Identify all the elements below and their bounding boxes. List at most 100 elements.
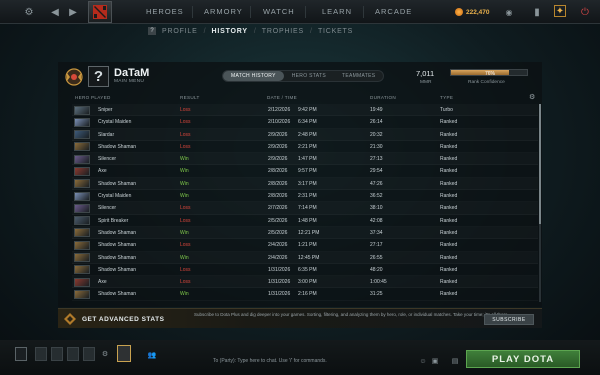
chat-channel-icon[interactable]: ▣ (431, 357, 439, 365)
hero-name: Silencer (98, 205, 117, 212)
match-type: Ranked (440, 291, 458, 298)
table-row[interactable]: Shadow Shaman Loss 2/9/2026 2:21 PM 21:30 Ran… (72, 141, 538, 153)
nav-heroes[interactable]: HEROES (146, 7, 184, 16)
party-settings-icon[interactable]: ⚙ (101, 350, 109, 358)
col-result[interactable]: RESULT (180, 95, 200, 100)
col-hero[interactable]: HERO PLAYED (75, 95, 111, 100)
mmr-value: 7,011 (416, 69, 435, 78)
match-duration: 42:08 (370, 217, 383, 224)
party-slot-3[interactable] (51, 347, 63, 361)
table-row[interactable]: Silencer Win 2/9/2026 1:47 PM 27:13 Ranked (72, 153, 538, 165)
match-time: 3:17 PM (298, 180, 317, 187)
table-row[interactable]: Spirit Breaker Loss 2/5/2026 1:48 PM 42:08 Ra… (72, 215, 538, 227)
player-status: MAIN MENU (114, 79, 145, 84)
table-row[interactable]: Shadow Shaman Loss 2/4/2026 1:21 PM 27:17 Ran… (72, 239, 538, 251)
match-result: Loss (180, 205, 191, 212)
emoticon-icon[interactable]: ☺ (419, 357, 427, 365)
table-row[interactable]: Silencer Loss 2/7/2026 7:14 PM 38:10 Ranked (72, 202, 538, 214)
shards-currency[interactable]: 222,470 (455, 6, 490, 18)
table-row[interactable]: Shadow Shaman Win 2/8/2026 3:17 PM 47:26 Rank… (72, 178, 538, 190)
match-time: 12:45 PM (298, 254, 320, 261)
chat-input[interactable]: To (Party): Type here to chat. Use '/' f… (213, 358, 327, 364)
hero-name: Slardar (98, 131, 115, 138)
match-time: 7:14 PM (298, 205, 317, 212)
party-slot-1[interactable] (15, 347, 27, 361)
table-row[interactable]: Shadow Shaman Win 2/4/2026 12:45 PM 26:55 Ran… (72, 252, 538, 264)
table-row[interactable]: Crystal Maiden Win 2/8/2026 2:31 PM 36:52 Ran… (72, 190, 538, 202)
column-settings-gear-icon[interactable]: ⚙ (529, 94, 536, 101)
table-row[interactable]: Axe Win 2/8/2026 9:57 PM 29:54 Ranked (72, 165, 538, 177)
hero-name: Shadow Shaman (98, 180, 137, 187)
table-row[interactable]: Crystal Maiden Loss 2/10/2026 6:34 PM 26:14 R… (72, 116, 538, 128)
nav-arcade[interactable]: ARCADE (375, 7, 412, 16)
match-date: 1/31/2026 (268, 279, 291, 286)
shield-icon[interactable]: ✦ (554, 5, 566, 17)
match-result: Loss (180, 279, 191, 286)
dota-logo-button[interactable] (88, 1, 112, 23)
subscribe-button[interactable]: SUBSCRIBE (484, 314, 534, 325)
match-date: 2/12/2026 (268, 107, 291, 113)
rank-confidence-label: Rank Confidence (468, 80, 505, 85)
hero-name: Shadow Shaman (98, 143, 137, 150)
nav-armory[interactable]: ARMORY (204, 7, 243, 16)
match-duration: 26:55 (370, 254, 383, 261)
hero-name: Crystal Maiden (98, 119, 132, 126)
match-result: Loss (180, 242, 191, 249)
match-time: 1:48 PM (298, 217, 317, 224)
match-type: Ranked (440, 266, 458, 273)
table-row[interactable]: Shadow Shaman Win 1/31/2026 2:16 PM 31:25 Ran… (72, 288, 538, 300)
match-result: Win (180, 291, 189, 298)
tab-profile[interactable]: PROFILE (162, 28, 198, 35)
nav-watch[interactable]: WATCH (263, 7, 295, 16)
match-date: 2/9/2026 (268, 143, 288, 150)
avatar[interactable]: ? (88, 66, 109, 87)
profile-cards-icon[interactable]: ▮ (530, 5, 544, 19)
nav-learn[interactable]: LEARN (322, 7, 352, 16)
tab-history[interactable]: HISTORY (212, 28, 248, 35)
party-slot-2[interactable] (35, 347, 47, 361)
battle-pass-button[interactable] (117, 345, 131, 362)
col-type[interactable]: TYPE (440, 95, 453, 100)
scrollbar[interactable] (539, 104, 541, 302)
hero-name: Shadow Shaman (98, 291, 137, 298)
col-duration[interactable]: DURATION (370, 95, 396, 100)
table-row[interactable]: Shadow Shaman Win 2/5/2026 12:21 PM 37:34 Ran… (72, 227, 538, 239)
match-duration: 31:25 (370, 291, 383, 298)
scroll-thumb[interactable] (539, 104, 541, 224)
party-slot-4[interactable] (67, 347, 79, 361)
col-date[interactable]: DATE / TIME (267, 95, 297, 100)
match-date: 2/5/2026 (268, 229, 288, 236)
table-row[interactable]: Shadow Shaman Loss 1/31/2026 6:35 PM 48:20 Ra… (72, 264, 538, 276)
match-result: Loss (180, 119, 191, 126)
table-row[interactable]: Sniper Loss 2/12/2026 9:42 PM 19:49 Turbo (72, 104, 538, 116)
hero-portrait (74, 240, 90, 250)
chat-expand-icon[interactable]: ▤ (451, 357, 459, 365)
match-result: Loss (180, 217, 191, 224)
tab-match-history[interactable]: MATCH HISTORY (223, 71, 284, 81)
dota-plus-icon[interactable]: ◉ (502, 5, 516, 19)
tab-hero-stats[interactable]: HERO STATS (284, 71, 334, 81)
match-duration: 29:54 (370, 168, 383, 175)
back-arrow-icon[interactable]: ◀ (48, 5, 62, 19)
settings-icon[interactable]: ⚙ (22, 5, 36, 19)
table-row[interactable]: Slardar Loss 2/9/2026 2:48 PM 20:32 Ranked (72, 129, 538, 141)
tab-teammates[interactable]: TEAMMATES (334, 71, 383, 81)
hero-portrait (74, 228, 90, 238)
hero-portrait (74, 191, 90, 201)
party-slot-5[interactable] (83, 347, 95, 361)
match-time: 6:34 PM (298, 119, 317, 126)
dota-logo-icon (93, 5, 107, 19)
match-result: Win (180, 168, 189, 175)
play-dota-button[interactable]: PLAY DOTA (466, 350, 580, 368)
tab-tickets[interactable]: TICKETS (318, 28, 353, 35)
tab-trophies[interactable]: TROPHIES (262, 28, 304, 35)
match-duration: 36:52 (370, 193, 383, 200)
match-duration: 48:20 (370, 266, 383, 273)
forward-arrow-icon[interactable]: ▶ (66, 5, 80, 19)
help-icon[interactable]: ? (148, 27, 156, 35)
top-bar: ⚙ ◀ ▶ HEROES ARMORY WATCH LEARN ARCADE 2… (0, 0, 600, 24)
power-icon[interactable]: ⏻ (578, 5, 592, 19)
hero-portrait (74, 277, 90, 287)
friends-list-icon[interactable]: 👥 (146, 351, 158, 359)
table-row[interactable]: Axe Loss 1/31/2026 3:00 PM 1:00:45 Ranked (72, 276, 538, 288)
